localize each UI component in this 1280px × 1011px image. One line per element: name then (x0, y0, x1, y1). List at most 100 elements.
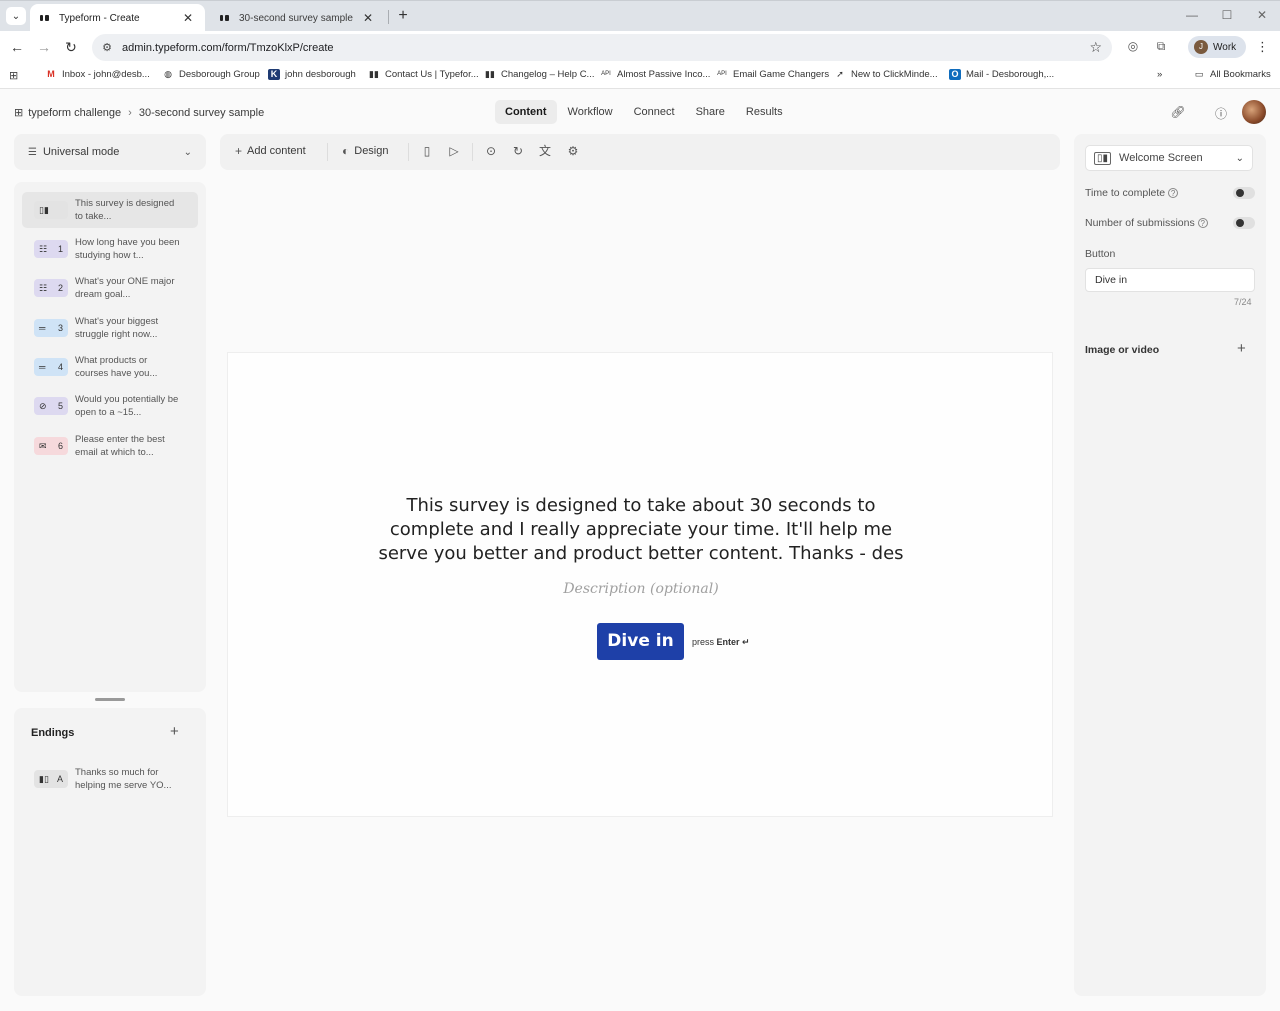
profile-button[interactable]: J Work (1188, 36, 1246, 58)
bookmark-item[interactable]: API Email Game Changers (716, 69, 829, 80)
close-tab-icon[interactable]: ✕ (181, 11, 195, 25)
ending-item[interactable]: ▮▯ A Thanks so much for helping me serve … (22, 761, 198, 797)
question-item[interactable]: ☷ 2 What's your ONE major dream goal... (22, 270, 198, 306)
design-button[interactable]: ◐ Design (342, 144, 389, 158)
breadcrumb-form[interactable]: 30-second survey sample (139, 107, 264, 119)
question-item[interactable]: ═ 3 What's your biggest struggle right no… (22, 310, 198, 346)
add-content-button[interactable]: + Add content (235, 144, 306, 158)
form-preview-canvas: This survey is designed to take about 30… (227, 352, 1053, 817)
typeform-icon: ▮▮ (485, 69, 495, 79)
question-item-welcome[interactable]: ▯▮ This survey is designed to take... (22, 192, 198, 228)
mode-selector[interactable]: ☰ Universal mode ⌄ (14, 134, 206, 170)
breadcrumb-workspace[interactable]: typeform challenge (28, 107, 121, 119)
tab-results[interactable]: Results (736, 100, 793, 124)
tab-share[interactable]: Share (686, 100, 735, 124)
time-to-complete-label: Time to complete ? (1085, 187, 1179, 199)
enter-key-hint: Enter ↵ (716, 637, 750, 647)
link-icon[interactable]: 🔗︎ (1170, 105, 1186, 119)
minimize-icon[interactable]: — (1182, 8, 1202, 22)
bookmark-item[interactable]: API Almost Passive Inco... (600, 69, 710, 80)
settings-gear-icon[interactable]: ⚙ (565, 143, 581, 159)
mobile-preview-icon[interactable]: ▯ (419, 143, 435, 159)
more-bookmarks-icon[interactable]: » (1157, 69, 1162, 80)
toolbar-divider (472, 143, 473, 161)
apps-grid-icon[interactable]: ⊞ (9, 69, 18, 82)
email-icon: ✉ 6 (34, 437, 68, 455)
help-icon[interactable]: ? (1197, 218, 1208, 228)
close-tab-icon[interactable]: ✕ (361, 11, 375, 25)
screen-type-select[interactable]: ▯▮ Welcome Screen ⌄ (1085, 145, 1253, 171)
number-of-submissions-toggle[interactable] (1233, 217, 1255, 229)
reload-icon[interactable]: ↻ (62, 38, 80, 56)
bookmark-item[interactable]: ▮▮ Contact Us | Typefor... (368, 69, 479, 80)
bookmark-item[interactable]: M Inbox - john@desb... (45, 69, 150, 80)
cursor-icon: ➚ (836, 69, 844, 79)
tab-search-chevron-icon[interactable]: ⌄ (6, 7, 26, 25)
multiple-choice-icon: ☷ 1 (34, 240, 68, 258)
help-icon[interactable]: ? (1168, 188, 1179, 198)
question-text: Would you potentially be open to a ~15..… (75, 394, 179, 418)
close-window-icon[interactable]: ✕ (1252, 8, 1272, 22)
workspace-grid-icon[interactable]: ⊞ (14, 106, 23, 119)
logic-icon[interactable]: ↻ (510, 143, 526, 159)
add-ending-icon[interactable]: + (170, 723, 179, 740)
url-text[interactable]: admin.typeform.com/form/TmzoKlxP/create (122, 42, 334, 54)
question-item[interactable]: ✉ 6 Please enter the best email at which … (22, 428, 198, 464)
add-media-icon[interactable]: + (1237, 340, 1246, 357)
question-item[interactable]: ⊘ 5 Would you potentially be open to a ~1… (22, 388, 198, 424)
browser-tab-active[interactable]: Typeform - Create ✕ (30, 4, 205, 32)
maximize-icon[interactable]: ☐ (1217, 8, 1237, 22)
toggle-knob (1236, 189, 1244, 197)
button-text-input[interactable]: Dive in (1085, 268, 1255, 292)
plus-icon: + (235, 144, 243, 158)
browser-toolbar: ← → ↻ ⚙ admin.typeform.com/form/TmzoKlxP… (0, 31, 1280, 63)
browser-tab[interactable]: 30-second survey sample ✕ (210, 4, 385, 32)
bookmark-item[interactable]: ▮▮ Changelog – Help C... (484, 69, 594, 80)
toolbar-divider (327, 143, 328, 161)
help-icon[interactable]: ⓘ (1213, 105, 1229, 122)
folder-icon: ▭ (1194, 69, 1204, 79)
description-placeholder[interactable]: Description (optional) (228, 581, 1054, 597)
tab-connect[interactable]: Connect (624, 100, 685, 124)
currency-icon[interactable]: ⊙ (483, 143, 499, 159)
ending-screen-icon: ▮▯ A (34, 770, 68, 788)
dive-in-button[interactable]: Dive in (597, 623, 684, 660)
panel-resize-handle[interactable] (95, 698, 125, 701)
press-enter-hint: press Enter ↵ (692, 637, 750, 648)
question-item[interactable]: ☷ 1 How long have you been studying how t… (22, 231, 198, 267)
tab-title: 30-second survey sample (239, 12, 353, 24)
screen-type-label: Welcome Screen (1119, 152, 1203, 164)
user-avatar[interactable] (1242, 100, 1266, 124)
tab-workflow[interactable]: Workflow (558, 100, 623, 124)
translate-icon[interactable]: 文 (537, 143, 553, 159)
question-number: 6 (57, 441, 63, 451)
address-bar[interactable]: ⚙ admin.typeform.com/form/TmzoKlxP/creat… (92, 34, 1112, 61)
bookmark-label: Inbox - john@desb... (62, 69, 150, 80)
welcome-title[interactable]: This survey is designed to take about 30… (368, 494, 914, 566)
app-header: ⊞ typeform challenge › 30-second survey … (0, 90, 1280, 134)
extensions-puzzle-icon[interactable]: ⧉ (1153, 39, 1169, 54)
bookmark-item[interactable]: K john desborough (268, 69, 356, 80)
forward-icon[interactable]: → (35, 38, 53, 56)
bookmark-star-icon[interactable]: ☆ (1089, 39, 1102, 56)
time-to-complete-toggle[interactable] (1233, 187, 1255, 199)
tab-content[interactable]: Content (495, 100, 557, 124)
bookmark-item[interactable]: ◍ Desborough Group (162, 69, 260, 80)
question-item[interactable]: ═ 4 What products or courses have you... (22, 349, 198, 385)
new-tab-icon[interactable]: + (394, 6, 412, 26)
short-text-icon: ═ 4 (34, 358, 68, 376)
all-bookmarks[interactable]: ▭ All Bookmarks (1193, 69, 1271, 80)
bookmark-item[interactable]: ➚ New to ClickMinde... (834, 69, 937, 80)
image-or-video-label: Image or video (1085, 344, 1160, 356)
extension-icon[interactable]: ◎ (1125, 39, 1141, 53)
question-number: 2 (57, 283, 63, 293)
chevron-down-icon: ⌄ (183, 146, 192, 158)
browser-menu-icon[interactable]: ⋮ (1256, 39, 1269, 55)
tab-title: Typeform - Create (59, 12, 140, 24)
bookmark-item[interactable]: O Mail - Desborough,... (949, 69, 1054, 80)
bookmark-label: Email Game Changers (733, 69, 830, 80)
time-to-complete-text: Time to complete (1085, 187, 1166, 199)
site-info-icon[interactable]: ⚙ (100, 41, 114, 55)
back-icon[interactable]: ← (8, 38, 26, 56)
play-preview-icon[interactable]: ▷ (446, 143, 462, 159)
